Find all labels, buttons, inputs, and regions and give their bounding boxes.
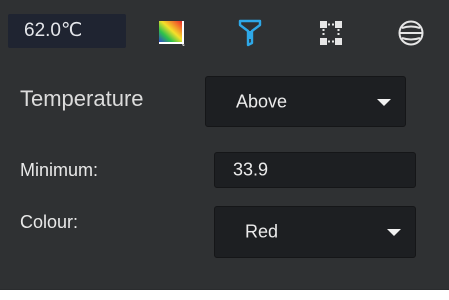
chevron-down-icon bbox=[377, 98, 391, 106]
colour-selected-value: Red bbox=[245, 221, 279, 242]
temperature-readout: 62.0℃ bbox=[8, 14, 126, 48]
mode-selected-value: Above bbox=[236, 91, 288, 111]
bottom-margin bbox=[0, 290, 449, 300]
mode-label: Temperature bbox=[20, 86, 144, 111]
mode-dropdown[interactable]: Above bbox=[205, 76, 406, 127]
palette-icon[interactable] bbox=[156, 18, 188, 48]
minimum-field[interactable]: 33.9 bbox=[214, 152, 416, 188]
measurement-panel: 62.0℃ Temperature Above Minimum: 33.9 Co… bbox=[0, 0, 449, 300]
chevron-down-icon bbox=[387, 229, 401, 236]
colour-label: Colour: bbox=[20, 212, 79, 232]
minimum-label: Minimum: bbox=[20, 160, 99, 180]
filter-icon[interactable] bbox=[234, 18, 266, 48]
toolbar: 62.0℃ bbox=[0, 0, 449, 60]
sphere-icon[interactable] bbox=[395, 18, 427, 48]
colour-dropdown[interactable]: Red bbox=[214, 206, 416, 258]
minimum-value: 33.9 bbox=[233, 159, 269, 180]
grid-select-icon[interactable] bbox=[315, 18, 347, 48]
